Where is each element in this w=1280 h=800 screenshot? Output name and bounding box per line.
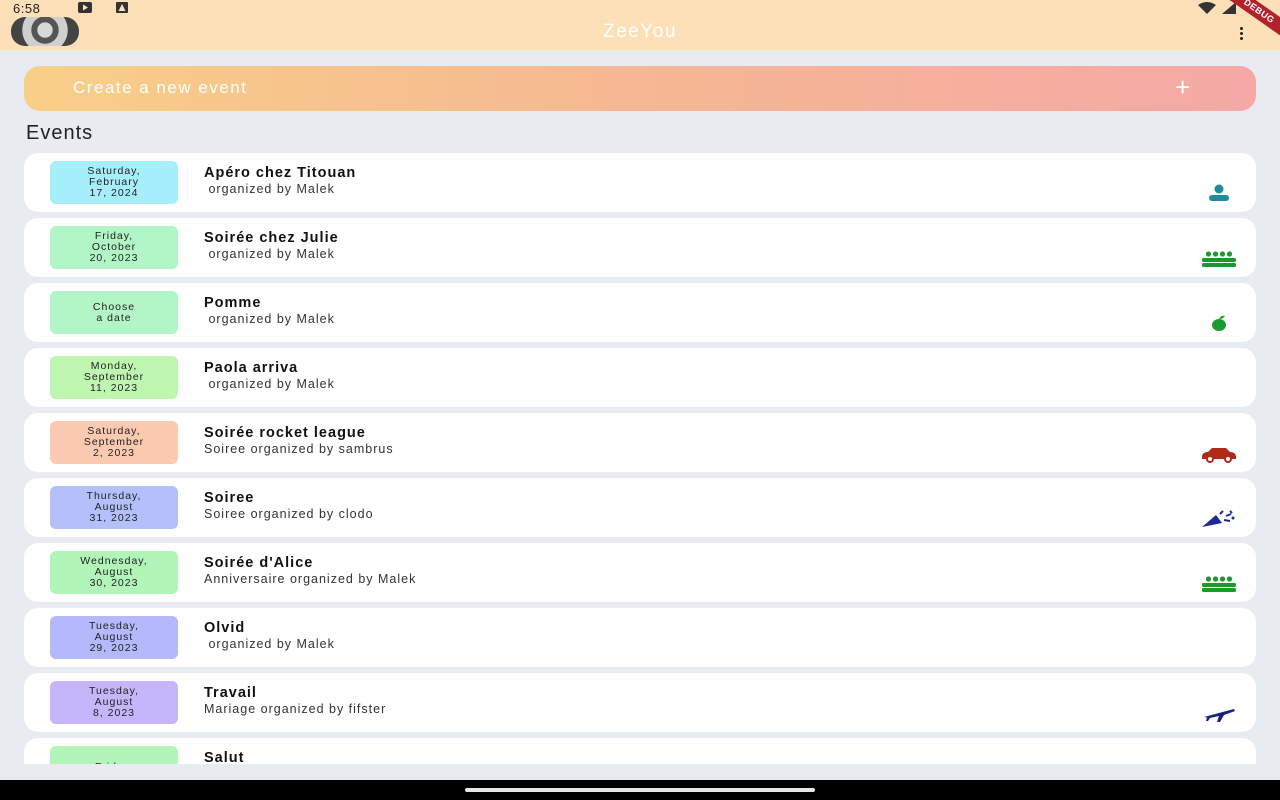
events-heading: Events bbox=[26, 122, 94, 144]
a-icon bbox=[116, 2, 128, 13]
event-list[interactable]: Saturday, February 17, 2024 Apéro chez Ti… bbox=[0, 153, 1280, 764]
overflow-menu-icon[interactable] bbox=[1232, 22, 1250, 44]
event-title: Soirée chez Julie bbox=[204, 230, 339, 246]
event-date: Tuesday, August 29, 2023 bbox=[88, 620, 140, 654]
event-title: Paola arriva bbox=[204, 360, 299, 376]
event-card[interactable]: Tuesday, August 8, 2023 Travail Mariage or… bbox=[24, 673, 1256, 732]
event-organizer: organized by Malek bbox=[204, 182, 335, 196]
event-date: Monday, September 11, 2023 bbox=[83, 360, 145, 394]
event-date-badge[interactable]: Saturday, February 17, 2024 bbox=[50, 161, 178, 204]
status-time: 6:58 bbox=[13, 1, 41, 16]
event-title: Pomme bbox=[204, 295, 262, 311]
event-card[interactable]: Tuesday, August 29, 2023 Olvid organized … bbox=[24, 608, 1256, 667]
event-date-badge[interactable]: Saturday, September 2, 2023 bbox=[50, 421, 178, 464]
event-date-badge[interactable]: Friday, bbox=[50, 746, 178, 764]
event-date: Tuesday, August 8, 2023 bbox=[88, 685, 140, 719]
event-organizer: organized by Malek bbox=[204, 312, 335, 326]
status-system-icons bbox=[1198, 2, 1236, 14]
app-title: ZeeYou bbox=[603, 21, 677, 42]
event-card[interactable]: Friday, Salut bbox=[24, 738, 1256, 764]
event-title: Soirée rocket league bbox=[204, 425, 366, 441]
wifi-icon bbox=[1198, 2, 1216, 14]
home-gesture-handle[interactable] bbox=[465, 788, 815, 792]
event-date: Saturday, February 17, 2024 bbox=[87, 165, 141, 199]
event-organizer: Mariage organized by fifster bbox=[204, 702, 387, 716]
event-date-badge[interactable]: Choose a date bbox=[50, 291, 178, 334]
event-date-badge[interactable]: Thursday, August 31, 2023 bbox=[50, 486, 178, 529]
signal-icon bbox=[1222, 2, 1236, 14]
event-organizer: Soiree organized by sambrus bbox=[204, 442, 394, 456]
event-organizer: Anniversaire organized by Malek bbox=[204, 572, 417, 586]
event-date-badge[interactable]: Friday, October 20, 2023 bbox=[50, 226, 178, 269]
event-date: Friday, bbox=[95, 762, 133, 765]
event-card[interactable]: Choose a date Pomme organized by Malek bbox=[24, 283, 1256, 342]
party-popper-icon bbox=[1200, 508, 1238, 528]
event-date: Friday, October 20, 2023 bbox=[89, 230, 139, 264]
event-title: Olvid bbox=[204, 620, 246, 636]
event-title: Travail bbox=[204, 685, 257, 701]
status-notification-icons bbox=[78, 2, 128, 14]
event-date: Thursday, August 31, 2023 bbox=[86, 490, 142, 524]
play-store-icon bbox=[78, 2, 92, 13]
event-date: Wednesday, August 30, 2023 bbox=[80, 555, 148, 589]
airplane-icon bbox=[1200, 703, 1238, 723]
group-icon bbox=[1200, 248, 1238, 268]
event-title: Soiree bbox=[204, 490, 255, 506]
system-nav-bar bbox=[0, 780, 1280, 800]
create-event-button[interactable]: Create a new event + bbox=[24, 66, 1256, 111]
event-title: Apéro chez Titouan bbox=[204, 165, 357, 181]
event-date-badge[interactable]: Wednesday, August 30, 2023 bbox=[50, 551, 178, 594]
group-icon bbox=[1200, 573, 1238, 593]
event-card[interactable]: Thursday, August 31, 2023 Soiree Soiree or… bbox=[24, 478, 1256, 537]
event-card[interactable]: Wednesday, August 30, 2023 Soirée d'Alice… bbox=[24, 543, 1256, 602]
car-icon bbox=[1200, 443, 1238, 463]
event-date: Choose a date bbox=[92, 300, 136, 324]
event-date-badge[interactable]: Tuesday, August 29, 2023 bbox=[50, 616, 178, 659]
event-title: Salut bbox=[204, 750, 245, 764]
event-date-badge[interactable]: Tuesday, August 8, 2023 bbox=[50, 681, 178, 724]
event-organizer: organized by Malek bbox=[204, 377, 335, 391]
event-card[interactable]: Saturday, September 2, 2023 Soirée rocket… bbox=[24, 413, 1256, 472]
event-organizer: organized by Malek bbox=[204, 247, 335, 261]
event-card[interactable]: Friday, October 20, 2023 Soirée chez Juli… bbox=[24, 218, 1256, 277]
plus-icon: + bbox=[1175, 72, 1191, 102]
app-bar: 6:58 ZeeYou DEBUG bbox=[0, 0, 1280, 50]
event-card[interactable]: Saturday, February 17, 2024 Apéro chez Ti… bbox=[24, 153, 1256, 212]
event-date: Saturday, September 2, 2023 bbox=[83, 425, 145, 459]
event-title: Soirée d'Alice bbox=[204, 555, 314, 571]
create-event-label: Create a new event bbox=[73, 78, 248, 97]
person-icon bbox=[1200, 183, 1238, 203]
apple-icon bbox=[1200, 313, 1238, 333]
event-organizer: organized by Malek bbox=[204, 637, 335, 651]
event-organizer: Soiree organized by clodo bbox=[204, 507, 374, 521]
event-date-badge[interactable]: Monday, September 11, 2023 bbox=[50, 356, 178, 399]
event-card[interactable]: Monday, September 11, 2023 Paola arriva o… bbox=[24, 348, 1256, 407]
